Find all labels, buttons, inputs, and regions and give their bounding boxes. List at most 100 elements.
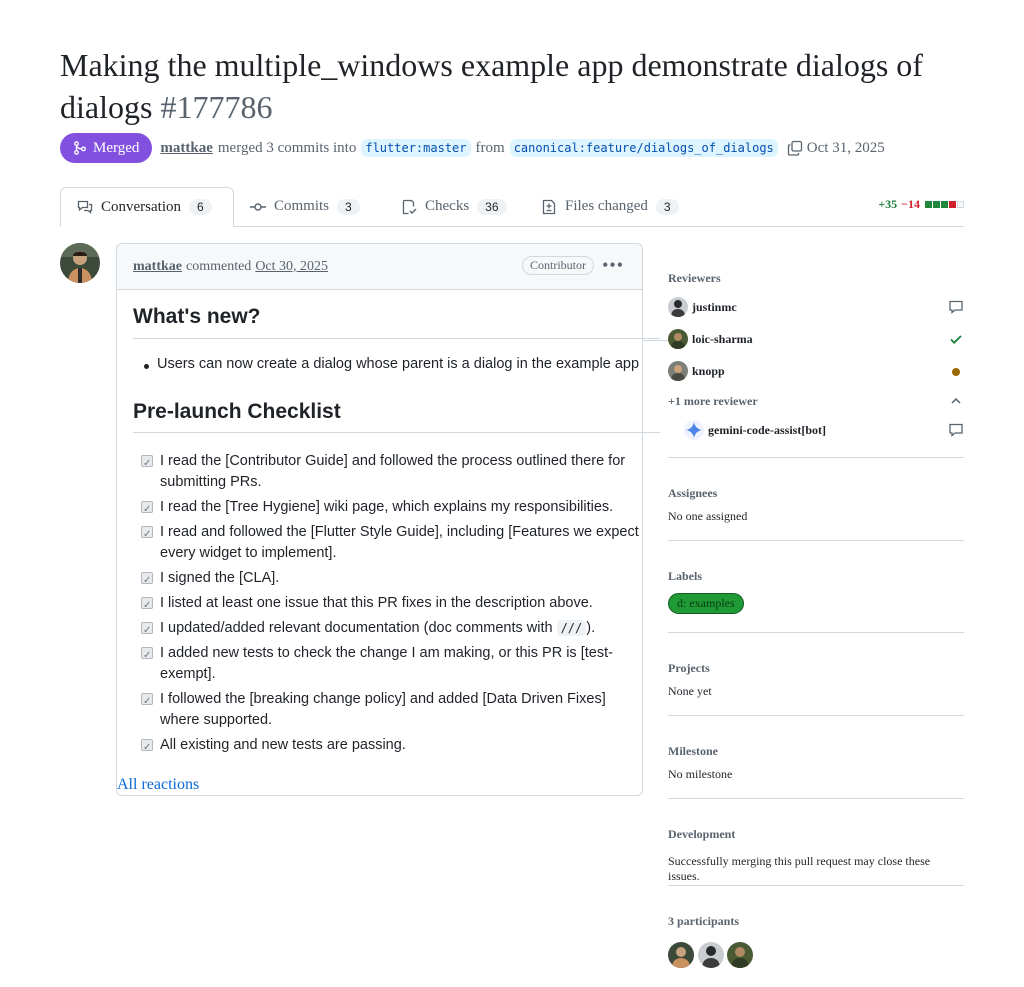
checkbox bbox=[141, 524, 153, 545]
checklist-item: I read the [Tree Hygiene] wiki page, whi… bbox=[141, 497, 641, 520]
checkbox bbox=[141, 620, 153, 641]
copy-icon[interactable] bbox=[787, 140, 803, 156]
pr-meta: Merged mattkae merged 3 commits into flu… bbox=[60, 133, 885, 163]
projects-heading[interactable]: Projects bbox=[668, 661, 964, 676]
git-commit-icon bbox=[250, 202, 266, 211]
assignees-value: No one assigned bbox=[668, 509, 748, 523]
sidebar-divider bbox=[668, 540, 964, 541]
pr-title: Making the multiple_windows example app … bbox=[60, 44, 960, 128]
assignees-section: Assignees No one assigned bbox=[668, 486, 964, 524]
diff-block-added bbox=[933, 201, 940, 208]
more-reviewers-toggle[interactable]: +1 more reviewer bbox=[668, 390, 964, 412]
tab-checks[interactable]: Checks 36 bbox=[385, 187, 523, 226]
participant-avatar[interactable] bbox=[668, 942, 694, 968]
checkbox bbox=[141, 453, 153, 474]
reviewer-justinmc[interactable]: justinmc bbox=[668, 296, 964, 318]
labels-heading[interactable]: Labels bbox=[668, 569, 964, 584]
file-diff-icon bbox=[542, 199, 556, 214]
checklist-text: I read the [Contributor Guide] and follo… bbox=[160, 453, 626, 490]
author-link[interactable]: mattkae bbox=[160, 140, 213, 157]
reviewer-name: justinmc bbox=[692, 299, 737, 314]
participants-section: 3 participants bbox=[668, 914, 964, 968]
milestone-section: Milestone No milestone bbox=[668, 744, 964, 782]
checklist-item: I listed at least one issue that this PR… bbox=[141, 593, 641, 616]
comment-date-link[interactable]: Oct 30, 2025 bbox=[255, 259, 328, 275]
diffstat: +35 −14 bbox=[878, 197, 964, 212]
avatar bbox=[668, 297, 688, 317]
checkbox bbox=[141, 645, 153, 666]
kebab-menu-icon[interactable]: ••• bbox=[602, 256, 624, 274]
participant-avatars bbox=[668, 942, 964, 968]
chevron-up-icon bbox=[948, 393, 964, 413]
checklist-item: I followed the [breaking change policy] … bbox=[141, 689, 641, 731]
participant-avatar[interactable] bbox=[727, 942, 753, 968]
avatar bbox=[668, 361, 688, 381]
reviewer-gemini-bot[interactable]: gemini-code-assist[bot] bbox=[684, 419, 964, 441]
checklist-item: I read and followed the [Flutter Style G… bbox=[141, 522, 641, 564]
reviewers-heading[interactable]: Reviewers bbox=[668, 271, 964, 286]
comment-icon bbox=[948, 299, 964, 319]
sparkle-icon bbox=[684, 420, 704, 440]
diff-block-added bbox=[925, 201, 932, 208]
tab-conversation[interactable]: Conversation 6 bbox=[60, 187, 234, 227]
check-icon bbox=[948, 331, 964, 351]
reviewer-knopp[interactable]: knopp bbox=[668, 360, 964, 382]
checklist-text: I signed the [CLA]. bbox=[160, 570, 280, 586]
heading-checklist: Pre-launch Checklist bbox=[133, 400, 341, 423]
tab-label: Conversation bbox=[101, 198, 181, 215]
milestone-heading[interactable]: Milestone bbox=[668, 744, 964, 759]
heading-divider bbox=[133, 338, 660, 339]
checkbox bbox=[141, 595, 153, 616]
projects-section: Projects None yet bbox=[668, 661, 964, 699]
reviewer-name: loic-sharma bbox=[692, 331, 753, 346]
sidebar-divider bbox=[668, 798, 964, 799]
pr-tabs: Conversation 6 Commits 3 Checks 36 Files… bbox=[60, 187, 964, 227]
merged-badge-label: Merged bbox=[93, 139, 140, 156]
reviewer-name: knopp bbox=[692, 363, 725, 378]
reviewer-connector bbox=[643, 432, 658, 433]
pr-number: #177786 bbox=[160, 89, 273, 125]
tab-label: Files changed bbox=[565, 198, 648, 214]
development-section: Development Successfully merging this pu… bbox=[668, 827, 964, 884]
comment-icon bbox=[948, 422, 964, 442]
from-text: from bbox=[475, 139, 505, 156]
heading-divider bbox=[133, 432, 660, 433]
comment-author-link[interactable]: mattkae bbox=[133, 259, 182, 275]
checklist-item: All existing and new tests are passing. bbox=[141, 735, 641, 758]
author-avatar[interactable] bbox=[60, 243, 100, 283]
pending-dot-icon bbox=[948, 363, 964, 383]
milestone-value: No milestone bbox=[668, 767, 733, 781]
checklist-text: I read and followed the [Flutter Style G… bbox=[160, 524, 639, 561]
tab-files-changed[interactable]: Files changed 3 bbox=[525, 187, 695, 226]
participant-avatar[interactable] bbox=[698, 942, 724, 968]
checkbox bbox=[141, 691, 153, 712]
reviewers-section: Reviewers bbox=[668, 271, 964, 286]
checklist-text: I updated/added relevant documentation (… bbox=[160, 620, 553, 636]
development-heading[interactable]: Development bbox=[668, 827, 964, 842]
inline-code: /// bbox=[556, 620, 587, 636]
checkbox bbox=[141, 570, 153, 591]
contributor-badge: Contributor bbox=[522, 256, 594, 275]
base-branch[interactable]: flutter:master bbox=[361, 139, 471, 157]
merge-date: Oct 31, 2025 bbox=[806, 139, 885, 156]
label-pill[interactable]: d: examples bbox=[668, 593, 744, 614]
checklist-text: All existing and new tests are passing. bbox=[160, 737, 406, 753]
checklist-item: I read the [Contributor Guide] and follo… bbox=[141, 451, 641, 493]
checklist-item: I added new tests to check the change I … bbox=[141, 643, 641, 685]
assignees-heading[interactable]: Assignees bbox=[668, 486, 964, 501]
comment-discussion-icon bbox=[77, 200, 93, 214]
reviewer-loic-sharma[interactable]: loic-sharma bbox=[668, 328, 964, 350]
checklist-text: I added new tests to check the change I … bbox=[160, 645, 613, 682]
all-reactions-link[interactable]: All reactions bbox=[117, 776, 199, 794]
sidebar-divider bbox=[668, 632, 964, 633]
merged-badge: Merged bbox=[60, 133, 153, 163]
more-reviewers-label: +1 more reviewer bbox=[668, 393, 758, 408]
diff-deletions: −14 bbox=[901, 197, 920, 211]
labels-section: Labels d: examples bbox=[668, 569, 964, 614]
list-item: Users can now create a dialog whose pare… bbox=[143, 356, 640, 372]
head-branch[interactable]: canonical:feature/dialogs_of_dialogs bbox=[509, 139, 778, 157]
pr-description-comment: mattkae commented Oct 30, 2025 Contribut… bbox=[116, 243, 660, 796]
checklist-text: I followed the [breaking change policy] … bbox=[160, 691, 606, 728]
tab-commits[interactable]: Commits 3 bbox=[234, 187, 376, 226]
reviewer-connector bbox=[643, 340, 668, 341]
